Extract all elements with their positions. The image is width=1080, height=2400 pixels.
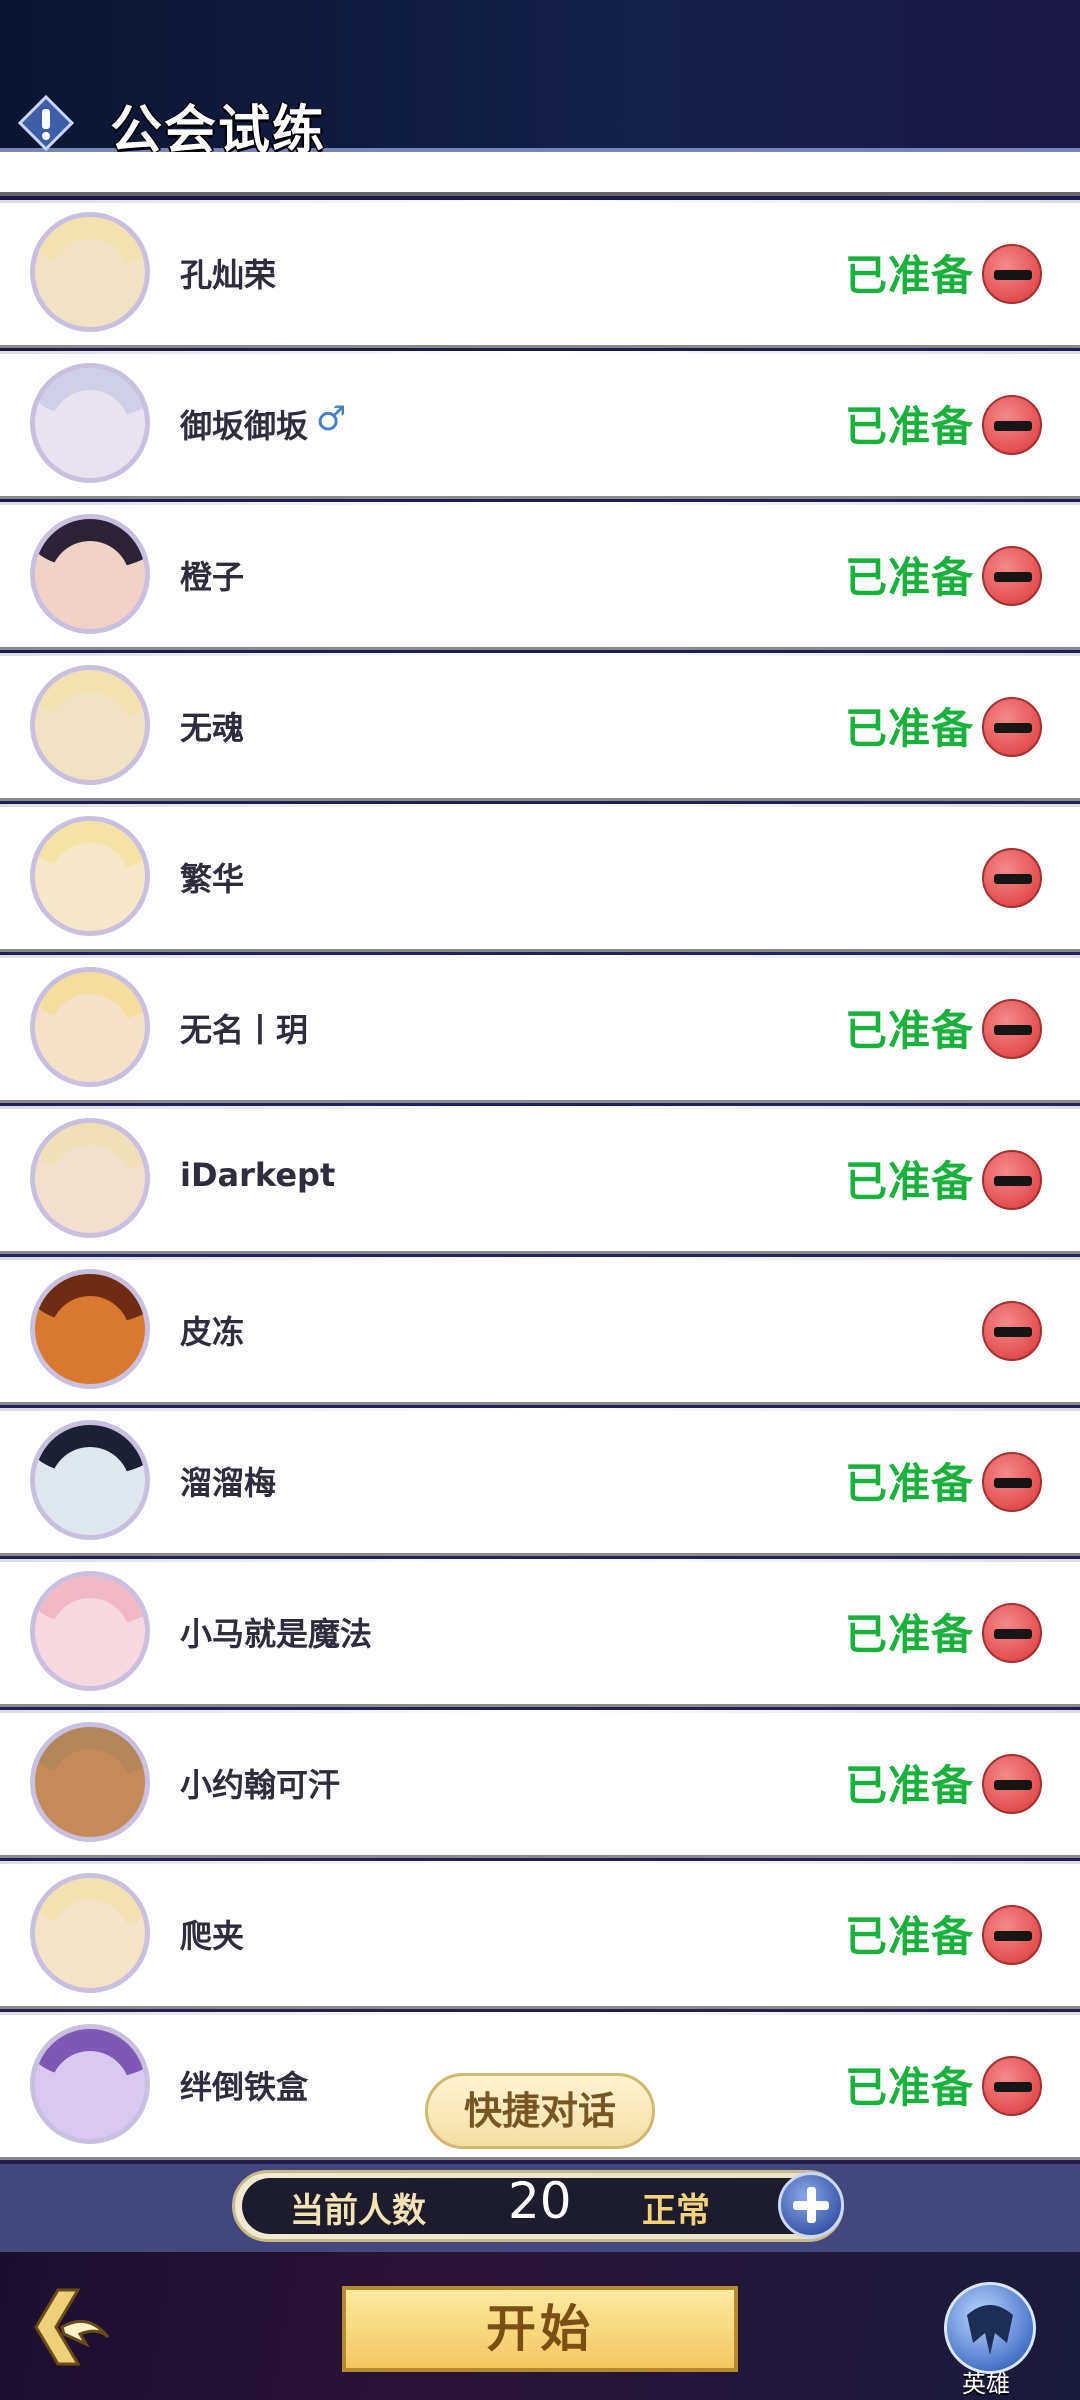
avatar-face <box>50 843 130 923</box>
avatar[interactable] <box>30 2024 150 2144</box>
member-name: 繁华 <box>180 860 245 898</box>
member-count-value: 20 <box>508 2172 572 2230</box>
remove-member-button[interactable] <box>982 1301 1042 1361</box>
member-name: 爬夹 <box>180 1917 245 1955</box>
member-name: 御坂御坂 <box>180 407 309 445</box>
member-row[interactable]: 无魂 已准备 <box>0 653 1080 801</box>
remove-member-button[interactable] <box>982 1905 1042 1965</box>
member-name: 溜溜梅 <box>180 1464 277 1502</box>
avatar[interactable] <box>30 816 150 936</box>
member-row[interactable]: 御坂御坂 ♂ 已准备 <box>0 351 1080 499</box>
avatar[interactable] <box>30 1420 150 1540</box>
avatar[interactable] <box>30 967 150 1087</box>
member-name: 皮冻 <box>180 1313 245 1351</box>
exclamation-icon[interactable] <box>18 95 74 151</box>
avatar-face <box>50 1598 130 1678</box>
avatar-face <box>50 390 130 470</box>
avatar-face <box>50 1900 130 1980</box>
remove-member-button[interactable] <box>982 999 1042 1059</box>
helmet-icon <box>967 2305 1013 2355</box>
avatar-face <box>50 994 130 1074</box>
avatar-face <box>50 1145 130 1225</box>
ready-status: 已准备 <box>845 1006 975 1055</box>
ready-status: 已准备 <box>845 2063 975 2112</box>
member-name: 无名丨玥 <box>180 1011 309 1049</box>
member-name: iDarkept <box>180 1156 336 1194</box>
ready-status: 已准备 <box>845 704 975 753</box>
remove-member-button[interactable] <box>982 2056 1042 2116</box>
ready-status: 已准备 <box>845 402 975 451</box>
member-row[interactable]: 皮冻 <box>0 1257 1080 1405</box>
quick-chat-button[interactable]: 快捷对话 <box>425 2073 655 2149</box>
remove-member-button[interactable] <box>982 697 1042 757</box>
avatar-face <box>50 1447 130 1527</box>
start-button[interactable]: 开始 <box>342 2286 738 2372</box>
ready-status: 已准备 <box>845 1459 975 1508</box>
ready-status: 已准备 <box>845 1912 975 1961</box>
remove-member-button[interactable] <box>982 1603 1042 1663</box>
member-row[interactable]: 小马就是魔法 已准备 <box>0 1559 1080 1707</box>
remove-member-button[interactable] <box>982 1150 1042 1210</box>
member-row[interactable]: iDarkept 已准备 <box>0 1106 1080 1254</box>
ready-status: 已准备 <box>845 1761 975 1810</box>
return-arrow-icon[interactable] <box>28 2282 118 2372</box>
member-name: 孔灿荣 <box>180 256 277 294</box>
member-row[interactable]: 繁华 <box>0 804 1080 952</box>
avatar[interactable] <box>30 1118 150 1238</box>
member-name: 绊倒铁盒 <box>180 2068 309 2106</box>
member-row[interactable]: 无名丨玥 已准备 <box>0 955 1080 1103</box>
member-count-label: 当前人数 <box>290 2191 426 2231</box>
member-row[interactable]: 孔灿荣 已准备 <box>0 200 1080 348</box>
avatar[interactable] <box>30 1571 150 1691</box>
remove-member-button[interactable] <box>982 848 1042 908</box>
avatar[interactable] <box>30 212 150 332</box>
remove-member-button[interactable] <box>982 1452 1042 1512</box>
add-member-button[interactable] <box>778 2172 844 2238</box>
remove-member-button[interactable] <box>982 546 1042 606</box>
remove-member-button[interactable] <box>982 395 1042 455</box>
list-item-partial <box>0 152 1080 196</box>
avatar-face <box>50 2051 130 2131</box>
avatar-face <box>50 692 130 772</box>
member-name: 橙子 <box>180 558 245 596</box>
avatar[interactable] <box>30 1722 150 1842</box>
avatar[interactable] <box>30 1269 150 1389</box>
male-icon: ♂ <box>316 399 347 439</box>
avatar[interactable] <box>30 665 150 785</box>
avatar[interactable] <box>30 514 150 634</box>
ready-status: 已准备 <box>845 553 975 602</box>
avatar-face <box>50 239 130 319</box>
avatar[interactable] <box>30 1873 150 1993</box>
avatar[interactable] <box>30 363 150 483</box>
hero-label: 英雄 <box>962 2370 1010 2398</box>
avatar-face <box>50 541 130 621</box>
member-row[interactable]: 溜溜梅 已准备 <box>0 1408 1080 1556</box>
member-row[interactable]: 小约翰可汗 已准备 <box>0 1710 1080 1858</box>
member-name: 无魂 <box>180 709 245 747</box>
avatar-face <box>50 1749 130 1829</box>
status-text: 正常 <box>642 2191 710 2231</box>
member-name: 小约翰可汗 <box>180 1766 341 1804</box>
remove-member-button[interactable] <box>982 244 1042 304</box>
member-name: 小马就是魔法 <box>180 1615 373 1653</box>
ready-status: 已准备 <box>845 251 975 300</box>
member-row[interactable]: 橙子 已准备 <box>0 502 1080 650</box>
remove-member-button[interactable] <box>982 1754 1042 1814</box>
ready-status: 已准备 <box>845 1157 975 1206</box>
ready-status: 已准备 <box>845 1610 975 1659</box>
avatar-face <box>50 1296 130 1376</box>
member-row[interactable]: 爬夹 已准备 <box>0 1861 1080 2009</box>
hero-helmet-icon[interactable] <box>944 2282 1036 2374</box>
